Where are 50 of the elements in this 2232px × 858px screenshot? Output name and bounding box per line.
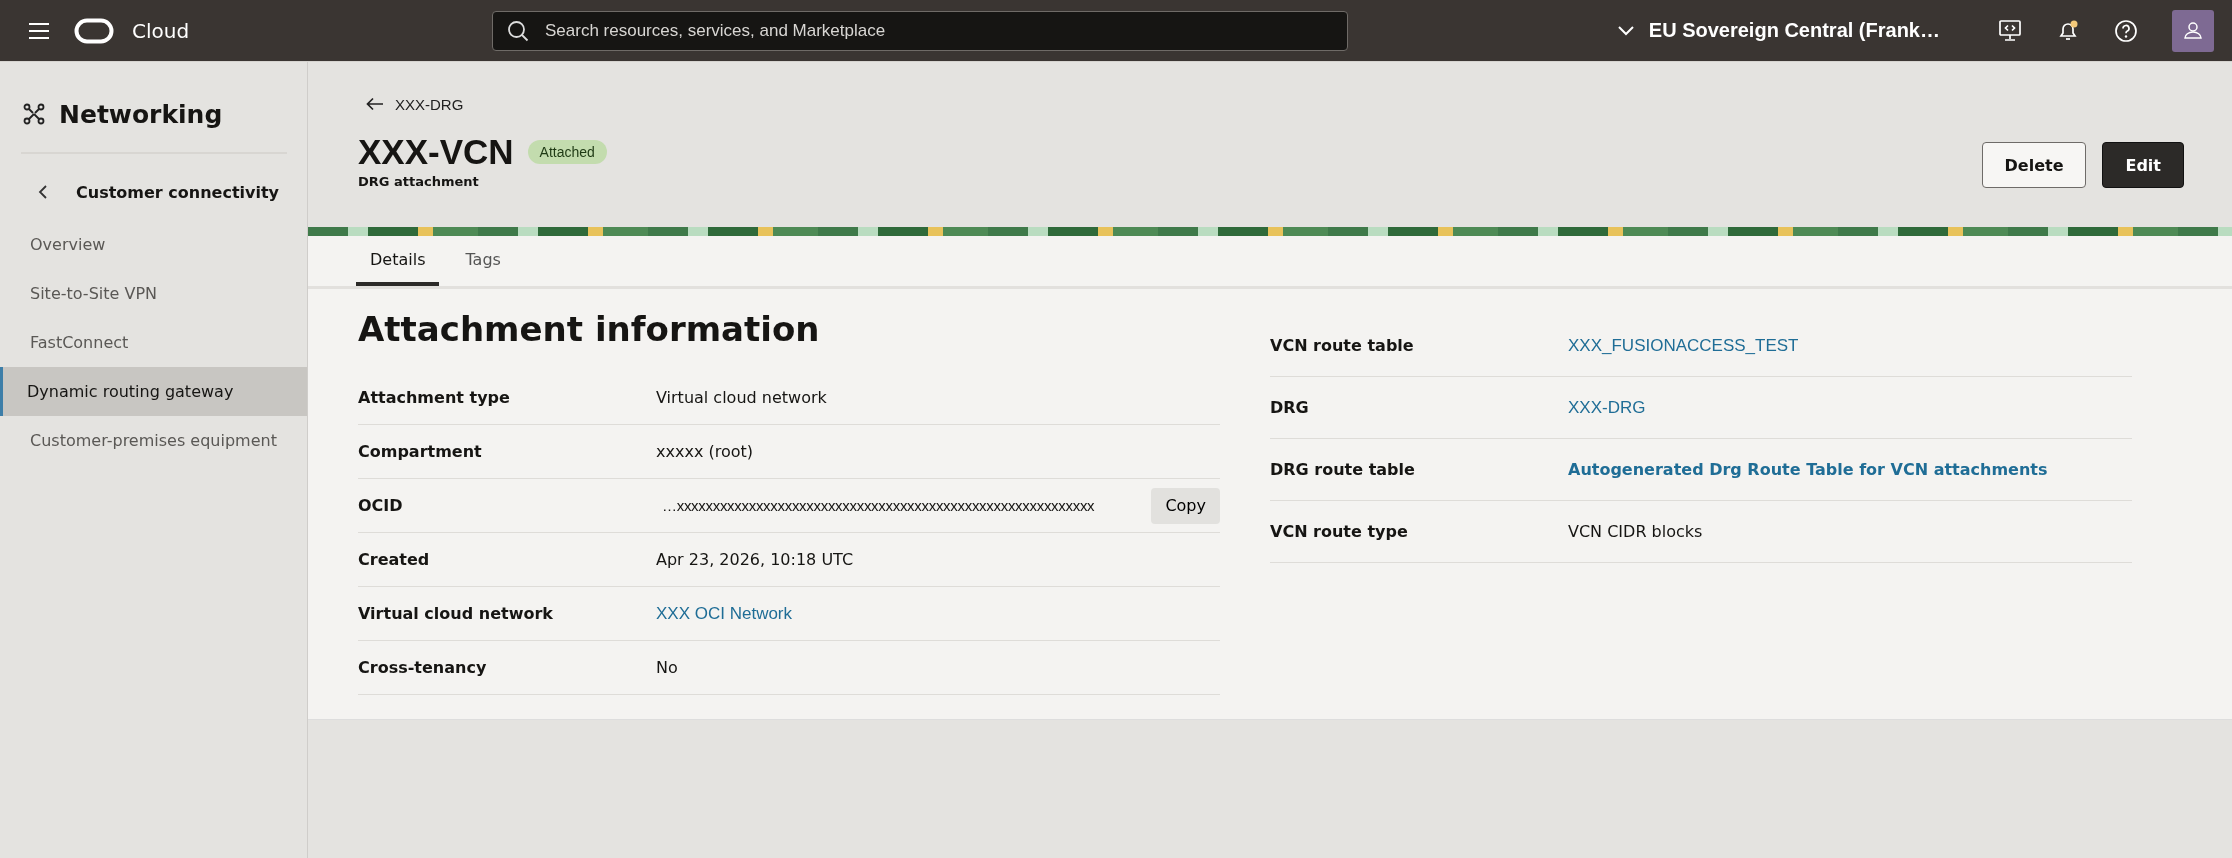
arrow-left-icon: [366, 97, 384, 111]
section-heading: Attachment information: [358, 309, 821, 351]
field-label: Compartment: [358, 442, 483, 461]
field-value: Virtual cloud network: [656, 388, 827, 407]
edit-button[interactable]: Edit: [2102, 142, 2184, 188]
field-label: DRG route table: [1270, 460, 1416, 479]
field-label: Virtual cloud network: [358, 604, 554, 623]
field-value: Apr 23, 2026, 10:18 UTC: [656, 550, 854, 569]
copy-button[interactable]: Copy: [1151, 487, 1220, 524]
field-label: Attachment type: [358, 388, 511, 407]
page-title: XXX-VCN: [358, 132, 514, 172]
field-label: VCN route type: [1270, 522, 1409, 541]
value-link[interactable]: XXX-DRG: [1568, 397, 1646, 418]
field-label: Cross-tenancy: [358, 658, 488, 677]
field-label: OCID: [358, 496, 404, 515]
value-link[interactable]: XXX OCI Network: [656, 603, 793, 624]
field-value: VCN CIDR blocks: [1568, 522, 1703, 541]
field-label: Created: [358, 550, 431, 569]
value-link[interactable]: XXX_FUSIONACCESS_TEST: [1568, 335, 1799, 356]
chevron-left-icon: [38, 185, 48, 199]
search-input[interactable]: Search resources, services, and Marketplace: [543, 19, 1333, 42]
field-value: No: [656, 658, 678, 677]
status-badge: Attached: [527, 140, 607, 164]
nav-item[interactable]: Overview: [0, 220, 307, 269]
monitor-icon[interactable]: [1998, 18, 2022, 43]
field-label: VCN route table: [1270, 336, 1415, 355]
nav-item[interactable]: Site-to-Site VPN: [0, 269, 307, 318]
back-link[interactable]: Customer connectivity: [0, 164, 279, 220]
search-icon: [507, 19, 529, 42]
help-icon[interactable]: [2114, 18, 2138, 43]
avatar-icon[interactable]: [2172, 9, 2214, 52]
menu-icon[interactable]: [28, 21, 50, 40]
field-label: DRG: [1270, 398, 1310, 417]
nav-item[interactable]: Customer-premises equipment: [0, 416, 307, 465]
field-value: xxxxx (root): [656, 442, 753, 461]
breadcrumb-link[interactable]: XXX-DRG: [366, 92, 607, 116]
value-link[interactable]: Autogenerated Drg Route Table for VCN attachments: [1568, 460, 2048, 479]
tab[interactable]: Tags: [451, 236, 515, 286]
nav-item[interactable]: FastConnect: [0, 318, 307, 367]
search-field[interactable]: Search resources, services, and Marketplace: [492, 10, 1348, 51]
region-selector[interactable]: EU Sovereign Central (Frank…: [1616, 19, 1940, 42]
page-subtitle: DRG attachment: [358, 174, 480, 189]
brand-name[interactable]: Cloud: [132, 18, 190, 43]
nav-item[interactable]: Dynamic routing gateway: [0, 367, 307, 416]
logo-icon[interactable]: [74, 17, 114, 44]
field-value: …xxxxxxxxxxxxxxxxxxxxxxxxxxxxxxxxxxxxxxxxxxxxxxxxxxxxxxxxxx: [662, 497, 1095, 514]
delete-button[interactable]: Delete: [1981, 142, 2087, 188]
sidebar-title: Networking: [59, 99, 223, 129]
chevron-down-icon: [1616, 24, 1635, 37]
network-icon: [23, 103, 45, 125]
